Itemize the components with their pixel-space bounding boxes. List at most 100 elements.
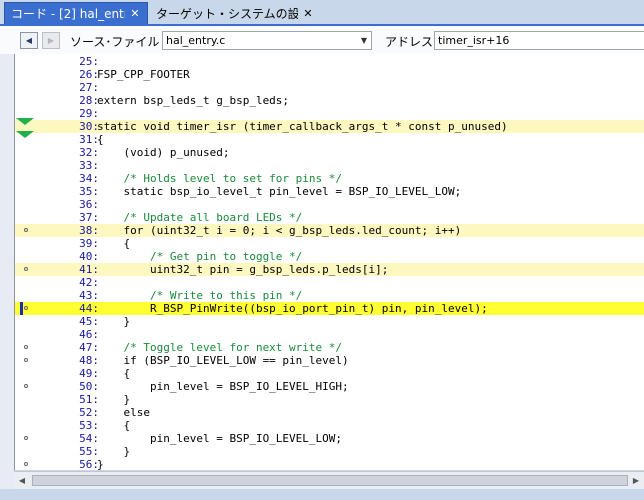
code-editor[interactable]: 25: 26: FSP_CPP_FOOTER 27: 28: extern bsp_led… xyxy=(14,54,644,470)
code-line[interactable]: 34: /* Holds level to set for pins */ xyxy=(15,172,644,185)
breakpoint-marker-icon[interactable] xyxy=(24,384,28,388)
line-number: 45: xyxy=(79,315,99,328)
breakpoint-marker-icon[interactable] xyxy=(24,345,28,349)
code-line[interactable]: 32: (void) p_unused; xyxy=(15,146,644,159)
line-number: 26: xyxy=(79,68,99,81)
breakpoint-marker-icon[interactable] xyxy=(24,358,28,362)
scroll-right-icon[interactable]: ▶ xyxy=(628,472,644,489)
breakpoint-marker-icon[interactable] xyxy=(24,306,28,310)
scrollbar-thumb[interactable] xyxy=(32,475,628,486)
code-line[interactable]: 38: for (uint32_t i = 0; i < g_bsp_leds.… xyxy=(15,224,644,237)
code-line[interactable]: 33: xyxy=(15,159,644,172)
code-text: (void) p_unused; xyxy=(97,146,230,159)
tab-code-hal-entry[interactable]: コード - [2] hal_entry.c ✕ xyxy=(4,2,148,24)
code-line[interactable]: 36: xyxy=(15,198,644,211)
line-number: 53: xyxy=(79,419,99,432)
line-number: 54: xyxy=(79,432,99,445)
address-input[interactable]: timer_isr+16 xyxy=(434,31,644,50)
code-line[interactable]: 56:} xyxy=(15,458,644,470)
source-file-select[interactable]: hal_entry.c ▼ xyxy=(162,31,372,50)
chevron-down-icon: ▼ xyxy=(360,36,368,45)
line-number: 38: xyxy=(79,224,99,237)
forward-button[interactable]: ▶ xyxy=(42,32,60,49)
line-number: 37: xyxy=(79,211,99,224)
line-number: 43: xyxy=(79,289,99,302)
line-number: 33: xyxy=(79,159,99,172)
code-text: else xyxy=(97,406,150,419)
code-text: FSP_CPP_FOOTER xyxy=(97,68,190,81)
code-line[interactable]: 39: { xyxy=(15,237,644,250)
tab-strip: コード - [2] hal_entry.c ✕ ターゲット・システムの設定 - … xyxy=(0,0,644,24)
code-line[interactable]: 53: { xyxy=(15,419,644,432)
code-text: static void timer_isr (timer_callback_ar… xyxy=(97,120,508,133)
breakpoint-marker-icon[interactable] xyxy=(24,462,28,466)
code-line[interactable]: 31:{ xyxy=(15,133,644,146)
code-line[interactable]: 37: /* Update all board LEDs */ xyxy=(15,211,644,224)
code-line[interactable]: 35: static bsp_io_level_t pin_level = BS… xyxy=(15,185,644,198)
close-icon[interactable]: ✕ xyxy=(302,7,314,20)
code-line[interactable]: 43: /* Write to this pin */ xyxy=(15,289,644,302)
code-text: /* Holds level to set for pins */ xyxy=(97,172,343,185)
line-number: 52: xyxy=(79,406,99,419)
code-line[interactable]: 26: FSP_CPP_FOOTER xyxy=(15,68,644,81)
code-text: /* Toggle level for next write */ xyxy=(97,341,343,354)
code-line[interactable]: 29: xyxy=(15,107,644,120)
execution-arrow-icon xyxy=(16,118,34,125)
code-text: uint32_t pin = g_bsp_leds.p_leds[i]; xyxy=(97,263,389,276)
code-line[interactable]: 49: { xyxy=(15,367,644,380)
line-number: 49: xyxy=(79,367,99,380)
code-text: pin_level = BSP_IO_LEVEL_LOW; xyxy=(97,432,343,445)
code-text: pin_level = BSP_IO_LEVEL_HIGH; xyxy=(97,380,349,393)
code-line[interactable]: 51: } xyxy=(15,393,644,406)
code-line[interactable]: 30: static void timer_isr (timer_callback… xyxy=(15,120,644,133)
address-value: timer_isr+16 xyxy=(438,34,510,47)
line-number: 56: xyxy=(79,458,99,470)
code-text: } xyxy=(97,393,131,406)
code-line[interactable]: 28: extern bsp_leds_t g_bsp_leds; xyxy=(15,94,644,107)
code-text: /* Get pin to toggle */ xyxy=(97,250,303,263)
line-number: 36: xyxy=(79,198,99,211)
code-line[interactable]: 52: else xyxy=(15,406,644,419)
scroll-left-icon[interactable]: ◀ xyxy=(14,472,30,489)
code-line[interactable]: 46: xyxy=(15,328,644,341)
code-line[interactable]: 45: } xyxy=(15,315,644,328)
line-number: 48: xyxy=(79,354,99,367)
code-line[interactable]: 25: xyxy=(15,55,644,68)
code-line[interactable]: 54: pin_level = BSP_IO_LEVEL_LOW; xyxy=(15,432,644,445)
code-line[interactable]: 44: R_BSP_PinWrite((bsp_io_port_pin_t) p… xyxy=(15,302,644,315)
breakpoint-marker-icon[interactable] xyxy=(24,228,28,232)
execution-arrow-icon xyxy=(16,131,34,138)
line-number: 39: xyxy=(79,237,99,250)
code-line[interactable]: 47: /* Toggle level for next write */ xyxy=(15,341,644,354)
line-number: 44: xyxy=(79,302,99,315)
code-line[interactable]: 48: if (BSP_IO_LEVEL_LOW == pin_level) xyxy=(15,354,644,367)
chevron-left-icon: ◀ xyxy=(25,36,33,45)
code-line[interactable]: 40: /* Get pin to toggle */ xyxy=(15,250,644,263)
line-number: 28: xyxy=(79,94,99,107)
code-text: } xyxy=(97,315,131,328)
code-text: } xyxy=(97,445,131,458)
tab-target-system-settings[interactable]: ターゲット・システムの設定 - [1] ✕ xyxy=(150,2,320,24)
line-number: 50: xyxy=(79,380,99,393)
code-text: if (BSP_IO_LEVEL_LOW == pin_level) xyxy=(97,354,349,367)
gutter-strip xyxy=(0,54,14,489)
code-line[interactable]: 42: xyxy=(15,276,644,289)
breakpoint-marker-icon[interactable] xyxy=(24,267,28,271)
horizontal-scrollbar[interactable]: ◀ ▶ xyxy=(14,471,644,489)
code-text: { xyxy=(97,367,131,380)
line-number: 32: xyxy=(79,146,99,159)
code-toolbar: ◀ ▶ ソース･ファイル hal_entry.c ▼ アドレス timer_is… xyxy=(0,24,644,54)
close-icon[interactable]: ✕ xyxy=(129,7,141,20)
code-line[interactable]: 27: xyxy=(15,81,644,94)
code-text: extern bsp_leds_t g_bsp_leds; xyxy=(97,94,290,107)
code-line[interactable]: 50: pin_level = BSP_IO_LEVEL_HIGH; xyxy=(15,380,644,393)
line-number: 25: xyxy=(79,55,99,68)
line-number: 51: xyxy=(79,393,99,406)
code-line[interactable]: 41: uint32_t pin = g_bsp_leds.p_leds[i]; xyxy=(15,263,644,276)
breakpoint-marker-icon[interactable] xyxy=(24,436,28,440)
code-text: static bsp_io_level_t pin_level = BSP_IO… xyxy=(97,185,462,198)
code-line[interactable]: 55: } xyxy=(15,445,644,458)
line-number: 29: xyxy=(79,107,99,120)
back-button[interactable]: ◀ xyxy=(20,32,38,49)
code-text: R_BSP_PinWrite((bsp_io_port_pin_t) pin, … xyxy=(97,302,488,315)
